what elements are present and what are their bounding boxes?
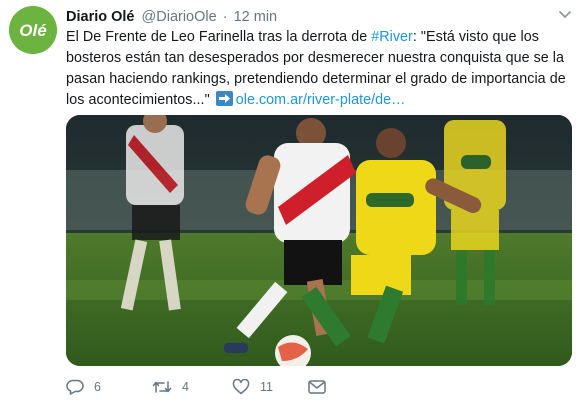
article-link[interactable]: ole.com.ar/river-plate/de… (236, 92, 406, 108)
retweet-icon (152, 381, 172, 393)
right-arrow-emoji-icon (215, 91, 233, 106)
retweet-button[interactable]: 4 (152, 375, 189, 399)
envelope-icon (308, 380, 326, 394)
direct-message-button[interactable] (308, 375, 336, 399)
like-button[interactable]: 11 (232, 375, 273, 399)
svg-text:Olé: Olé (19, 21, 46, 40)
heart-icon (232, 379, 250, 395)
tweet-header: Diario Olé @DiarioOle · 12 min (66, 7, 277, 27)
tweet-actions: 6 4 11 (66, 375, 396, 399)
chevron-down-icon[interactable] (558, 10, 572, 20)
timestamp[interactable]: 12 min (234, 9, 278, 25)
tweet-card[interactable]: Olé Diario Olé @DiarioOle · 12 min El De… (0, 0, 583, 408)
ole-logo: Olé (9, 6, 57, 54)
tweet-text-intro: El De Frente de Leo Farinella tras la de… (66, 29, 372, 45)
avatar[interactable]: Olé (9, 6, 57, 54)
like-count: 11 (260, 380, 273, 394)
reply-icon (66, 379, 84, 395)
reply-button[interactable]: 6 (66, 375, 101, 399)
football-match-photo (66, 115, 572, 366)
user-handle[interactable]: @DiarioOle (142, 9, 217, 25)
reply-count: 6 (94, 380, 101, 394)
hashtag-link[interactable]: #River (371, 29, 413, 45)
separator-dot: · (222, 9, 228, 25)
tweet-text: El De Frente de Leo Farinella tras la de… (66, 27, 576, 111)
display-name[interactable]: Diario Olé (66, 9, 135, 25)
tweet-media-photo[interactable] (66, 115, 572, 366)
retweet-count: 4 (182, 380, 189, 394)
